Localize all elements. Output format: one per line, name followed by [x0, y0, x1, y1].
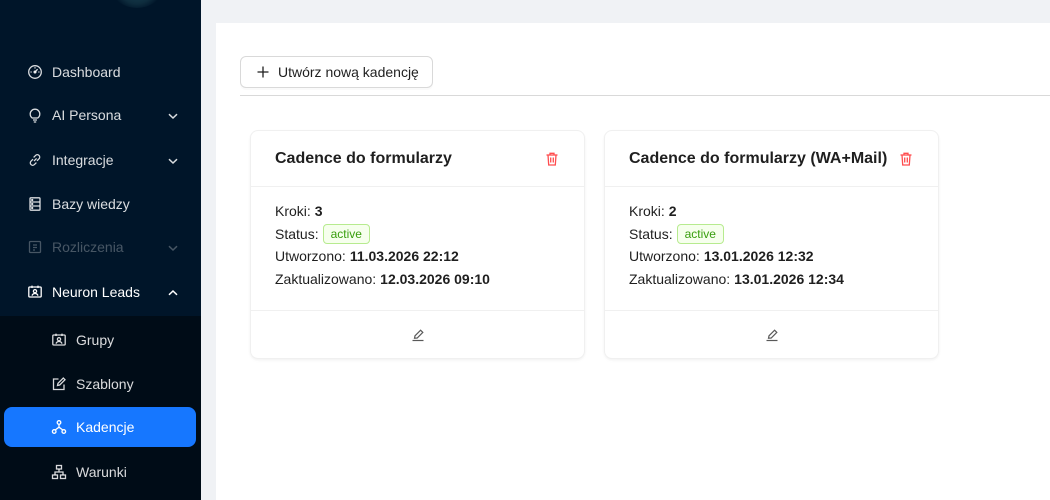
sidebar-item-neuron-leads[interactable]: Neuron Leads: [0, 272, 201, 312]
created-label: Utworzono:: [275, 248, 346, 264]
contacts-icon: [27, 284, 43, 300]
chevron-down-icon: [167, 109, 179, 121]
database-icon: [27, 196, 43, 212]
steps-row: Kroki: 3: [275, 200, 560, 223]
logo: [112, 0, 162, 8]
plus-icon: [256, 65, 270, 79]
sidebar-item-label: Warunki: [76, 464, 127, 480]
created-value: 13.01.2026 12:32: [703, 248, 814, 264]
billing-icon: [27, 239, 43, 255]
updated-row: Zaktualizowano: 13.01.2026 12:34: [629, 268, 914, 291]
status-row: Status: active: [275, 223, 560, 246]
create-cadence-label: Utwórz nową kadencję: [278, 64, 419, 80]
status-label: Status:: [629, 225, 673, 242]
sidebar-item-label: Bazy wiedzy: [52, 196, 130, 212]
edit-icon[interactable]: [765, 328, 779, 342]
updated-label: Zaktualizowano:: [275, 270, 377, 287]
card-actions: [251, 310, 584, 358]
sidebar-item-label: Rozliczenia: [52, 239, 124, 255]
main-content: Utwórz nową kadencję Cadence do formular…: [216, 23, 1050, 500]
create-cadence-button[interactable]: Utwórz nową kadencję: [240, 56, 433, 88]
card-actions: [605, 310, 938, 358]
sidebar-item-label: Neuron Leads: [52, 284, 140, 300]
chevron-down-icon: [167, 241, 179, 253]
sidebar-item-bazy-wiedzy[interactable]: Bazy wiedzy: [0, 184, 201, 224]
cadence-card: Cadence do formularzy (WA+Mail) Kroki: 2…: [604, 130, 939, 359]
updated-value: 12.03.2026 09:10: [380, 270, 490, 287]
card-title: Cadence do formularzy: [275, 149, 452, 167]
delete-icon[interactable]: [544, 151, 560, 167]
link-icon: [27, 152, 43, 168]
sidebar-item-label: Integracje: [52, 152, 114, 168]
edit-icon[interactable]: [411, 328, 425, 342]
created-value: 11.03.2026 22:12: [349, 248, 459, 264]
steps-label: Kroki:: [629, 203, 665, 219]
status-label: Status:: [275, 225, 319, 242]
sidebar-item-dashboard[interactable]: Dashboard: [0, 52, 201, 92]
sidebar-item-grupy[interactable]: Grupy: [0, 320, 201, 360]
chevron-up-icon: [167, 286, 179, 298]
sidebar-item-label: AI Persona: [52, 107, 122, 123]
sidebar-item-label: Szablony: [76, 376, 134, 392]
cadence-card: Cadence do formularzy Kroki: 3 Status: a…: [250, 130, 585, 359]
updated-row: Zaktualizowano: 12.03.2026 09:10: [275, 268, 560, 291]
card-body: Kroki: 2 Status: active Utworzono: 13.01…: [605, 187, 938, 290]
sidebar-item-ai-persona[interactable]: AI Persona: [0, 95, 201, 135]
group-icon: [51, 332, 67, 348]
status-badge: active: [322, 223, 370, 244]
card-header: Cadence do formularzy (WA+Mail): [605, 131, 938, 187]
partition-icon: [51, 464, 67, 480]
chevron-down-icon: [167, 154, 179, 166]
created-label: Utworzono:: [629, 248, 700, 264]
sidebar-item-integracje[interactable]: Integracje: [0, 140, 201, 180]
sidebar-item-szablony[interactable]: Szablony: [0, 364, 201, 404]
sidebar: Dashboard AI Persona Integracje Bazy wie…: [0, 0, 201, 500]
sidebar-item-label: Kadencje: [76, 419, 135, 435]
sidebar-item-label: Grupy: [76, 332, 115, 348]
status-badge: active: [676, 223, 724, 244]
steps-label: Kroki:: [275, 203, 311, 219]
divider: [240, 95, 1050, 96]
steps-value: 3: [314, 203, 323, 219]
sidebar-item-label: Dashboard: [52, 64, 121, 80]
cluster-icon: [51, 419, 67, 435]
status-row: Status: active: [629, 223, 914, 246]
card-header: Cadence do formularzy: [251, 131, 584, 187]
steps-row: Kroki: 2: [629, 200, 914, 223]
delete-icon[interactable]: [898, 151, 914, 167]
created-row: Utworzono: 11.03.2026 22:12: [275, 245, 560, 268]
edit-square-icon: [51, 376, 67, 392]
sidebar-item-kadencje[interactable]: Kadencje: [4, 407, 196, 447]
bulb-icon: [27, 107, 43, 123]
dashboard-icon: [27, 64, 43, 80]
sidebar-item-rozliczenia: Rozliczenia: [0, 227, 201, 267]
steps-value: 2: [668, 203, 677, 219]
card-body: Kroki: 3 Status: active Utworzono: 11.03…: [251, 187, 584, 290]
created-row: Utworzono: 13.01.2026 12:32: [629, 245, 914, 268]
sidebar-item-warunki[interactable]: Warunki: [0, 452, 201, 492]
card-title: Cadence do formularzy (WA+Mail): [629, 149, 888, 167]
updated-label: Zaktualizowano:: [629, 270, 731, 287]
updated-value: 13.01.2026 12:34: [734, 270, 844, 287]
